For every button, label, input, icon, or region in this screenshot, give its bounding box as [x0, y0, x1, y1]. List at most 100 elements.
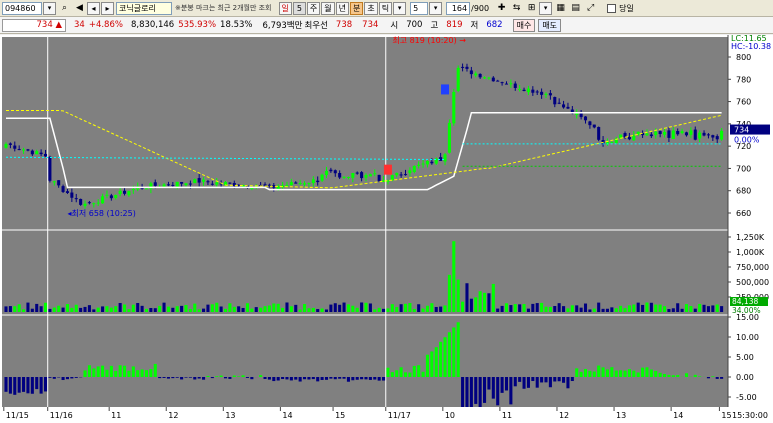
- current-price: 734 ▲: [2, 18, 66, 32]
- volume-bar: [276, 303, 280, 312]
- candle: [4, 143, 8, 148]
- oscillator-bar: [39, 377, 43, 394]
- oscillator-bar: [715, 377, 719, 379]
- interval-dropdown-button[interactable]: ▾: [429, 1, 443, 15]
- oscillator-bar: [206, 375, 210, 377]
- candle: [588, 121, 592, 126]
- buy-button[interactable]: 매수: [512, 18, 536, 32]
- volume-bar: [241, 307, 245, 312]
- period-minute-button[interactable]: 분: [350, 1, 364, 15]
- oscillator-bar: [83, 370, 87, 377]
- period-day-count[interactable]: 5: [292, 1, 306, 15]
- oscillator-bar: [285, 377, 289, 380]
- volume-bar: [364, 302, 368, 312]
- oscillator-bar: [250, 377, 254, 380]
- oscillator-bar: [360, 377, 364, 380]
- hc-label: HC:-10.38: [731, 42, 771, 51]
- volume-bar: [338, 304, 342, 312]
- candle: [390, 175, 394, 181]
- open-label: 시: [390, 21, 399, 31]
- period-year-button[interactable]: 년: [335, 1, 349, 15]
- oscillator-bar: [645, 367, 649, 377]
- table-icon[interactable]: ▤: [569, 2, 582, 15]
- volume-bar: [518, 304, 522, 312]
- oscillator-bar: [575, 368, 579, 377]
- candle: [48, 156, 52, 181]
- volume-bar: [504, 303, 509, 312]
- volume-bar: [373, 309, 377, 312]
- compare-icon[interactable]: ⇆: [510, 2, 523, 15]
- candle: [566, 106, 570, 109]
- interval-input[interactable]: 5: [410, 1, 429, 15]
- search-icon[interactable]: ⌕: [58, 2, 71, 15]
- volume-bar: [654, 304, 658, 312]
- candle: [355, 172, 359, 174]
- volume-bar: [575, 305, 579, 312]
- prev-stock-button[interactable]: ◂: [87, 1, 100, 15]
- candle: [676, 131, 680, 135]
- ask-price: 738: [335, 20, 353, 30]
- sell-button[interactable]: 매도: [538, 18, 562, 32]
- oscillator-bar: [245, 377, 249, 378]
- next-stock-button[interactable]: ▸: [101, 1, 114, 15]
- grid-icon[interactable]: ▦: [554, 2, 567, 15]
- stock-chart[interactable]: 최고 819 (10:20) → ◂최저 658 (10:25) 800 780 76…: [0, 35, 773, 423]
- oscillator-bar: [382, 377, 386, 381]
- chart-plot-area[interactable]: [2, 37, 728, 407]
- period-dropdown-button[interactable]: ▾: [393, 1, 407, 15]
- volume-bar: [281, 307, 285, 312]
- candle: [22, 149, 26, 151]
- count-max-label: /900: [471, 3, 490, 13]
- oscillator-tick-label: 15.00: [736, 313, 759, 322]
- candle: [180, 181, 184, 184]
- speaker-icon[interactable]: ◀: [73, 2, 86, 15]
- period-day-button[interactable]: 일: [278, 1, 292, 15]
- count-input[interactable]: 164: [446, 1, 471, 15]
- candle: [338, 172, 342, 178]
- volume-bar: [693, 308, 697, 312]
- volume-bar: [610, 307, 614, 312]
- candle: [289, 182, 293, 186]
- volume-bar: [4, 306, 8, 312]
- stock-name-field[interactable]: 코닉글로리: [116, 1, 172, 15]
- stock-code-input[interactable]: 094860: [2, 1, 42, 15]
- time-tick-label: 12: [559, 411, 569, 420]
- volume-bar: [219, 306, 223, 312]
- volume-bar: [144, 308, 149, 312]
- volume-bar: [676, 303, 680, 312]
- period-month-button[interactable]: 월: [321, 1, 335, 15]
- expand-icon[interactable]: ⤢: [584, 2, 597, 15]
- oscillator-bar: [610, 367, 614, 377]
- candle: [544, 93, 548, 95]
- period-week-button[interactable]: 주: [306, 1, 321, 15]
- oscillator-bar: [166, 377, 170, 379]
- volume-bar: [87, 305, 91, 312]
- oscillator-bar: [395, 370, 399, 377]
- volume-bar: [360, 302, 364, 312]
- volume-ratio: 535.93%: [178, 20, 217, 30]
- candle: [663, 131, 667, 135]
- crosshair-icon[interactable]: ✚: [495, 2, 508, 15]
- candle: [548, 93, 552, 96]
- oscillator-bar: [522, 377, 526, 389]
- tools-dropdown-button[interactable]: ▾: [539, 1, 553, 15]
- bid-price: 734: [362, 20, 379, 30]
- candle: [74, 198, 78, 200]
- zoom-icon[interactable]: ⊞: [525, 2, 538, 15]
- time-tick-label: 14: [282, 411, 292, 420]
- oscillator-bar: [153, 363, 157, 377]
- today-checkbox[interactable]: [607, 3, 617, 13]
- candle: [399, 174, 403, 176]
- oscillator-bar: [311, 377, 315, 380]
- volume-bar: [390, 304, 394, 312]
- period-tick-button[interactable]: 틱: [378, 1, 393, 15]
- time-tick-label: 11: [502, 411, 512, 420]
- code-dropdown-button[interactable]: ▾: [43, 1, 56, 15]
- price-tick-label: 680: [736, 187, 751, 196]
- candle: [193, 179, 197, 184]
- time-tick-label: 13: [616, 411, 626, 420]
- candle: [123, 190, 127, 194]
- volume-bar: [210, 304, 214, 312]
- period-second-button[interactable]: 초: [364, 1, 378, 15]
- oscillator-bar: [562, 377, 566, 383]
